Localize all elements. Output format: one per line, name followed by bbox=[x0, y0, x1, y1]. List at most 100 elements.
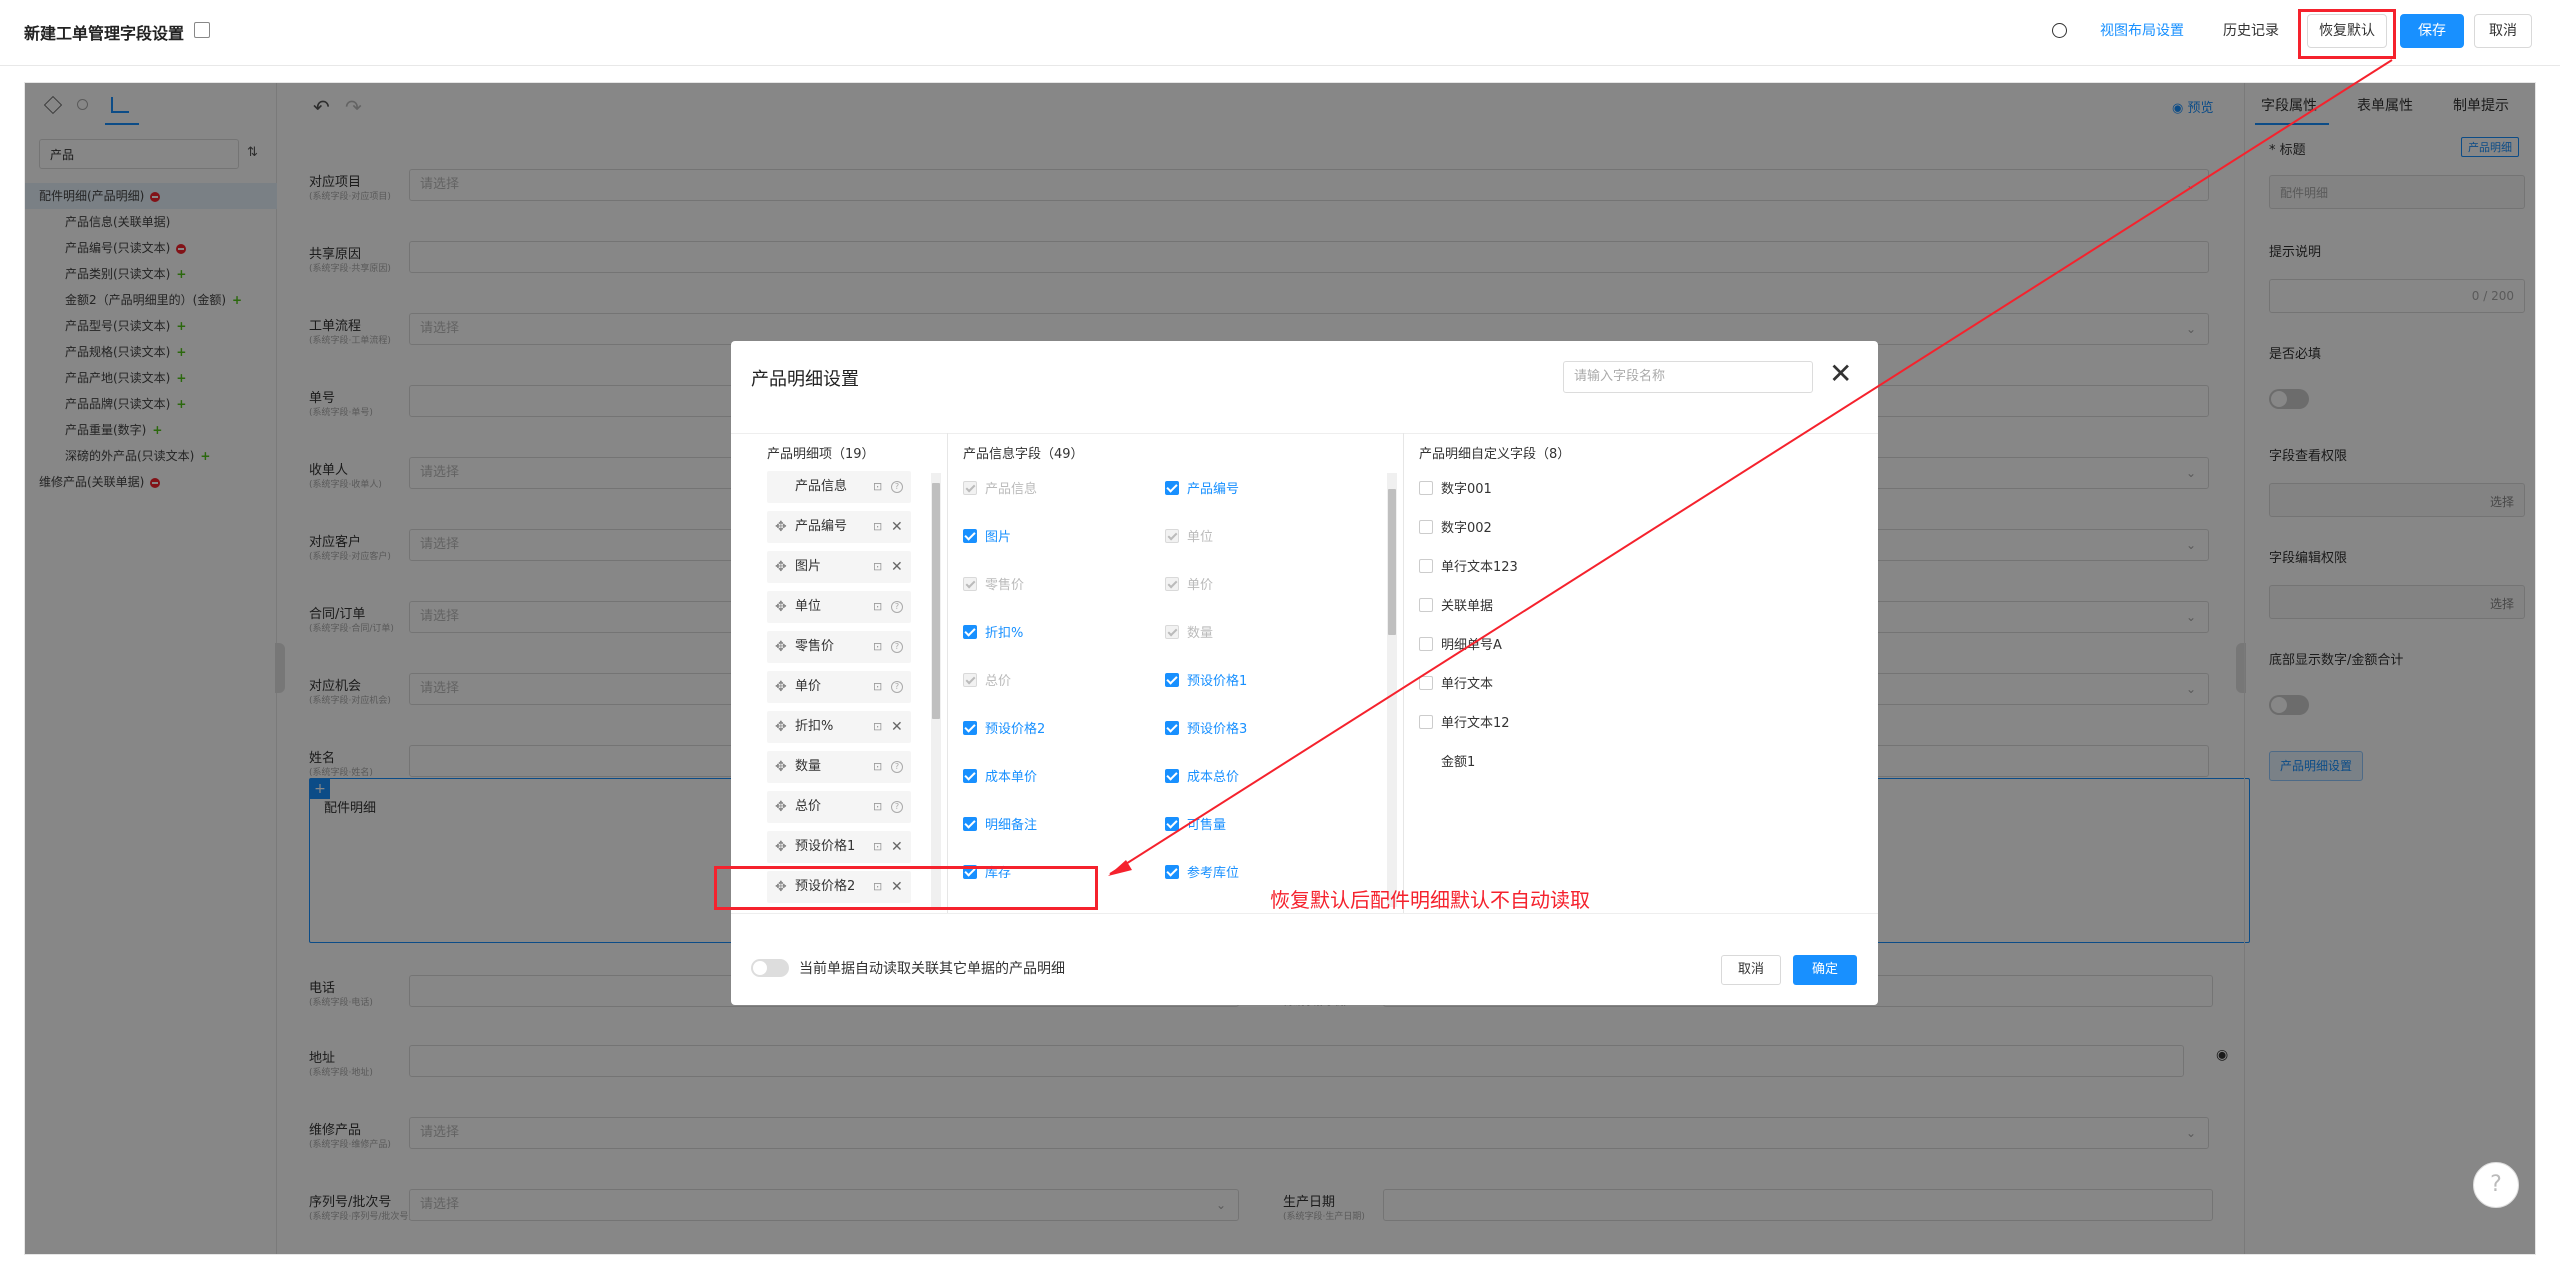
items-scroll-thumb[interactable] bbox=[932, 483, 940, 719]
detail-item[interactable]: ✥ 单位 ⊡? bbox=[767, 591, 911, 623]
save-button[interactable]: 保存 bbox=[2400, 14, 2464, 48]
remove-icon[interactable]: ✕ bbox=[891, 551, 903, 583]
checkbox-box bbox=[963, 529, 977, 543]
custom-field-checkbox[interactable]: 单行文本 bbox=[1419, 676, 1493, 693]
detail-item-label: 产品信息 bbox=[795, 479, 848, 494]
custom-field-checkbox[interactable]: 金额1 bbox=[1419, 754, 1475, 771]
drag-handle-icon[interactable]: ✥ bbox=[775, 671, 787, 703]
detail-item[interactable]: ✥ 总价 ⊡? bbox=[767, 791, 911, 823]
settings-icon[interactable] bbox=[2052, 23, 2067, 38]
info-scrollbar[interactable] bbox=[1387, 473, 1397, 907]
lock-icon[interactable]: ⊡ bbox=[873, 751, 882, 783]
view-layout-settings-link[interactable]: 视图布局设置 bbox=[2100, 14, 2184, 48]
lock-icon[interactable]: ⊡ bbox=[873, 471, 882, 503]
drag-handle-icon[interactable]: ✥ bbox=[775, 751, 787, 783]
custom-field-label: 金额1 bbox=[1441, 755, 1476, 770]
drag-handle-icon[interactable]: ✥ bbox=[775, 831, 787, 863]
lock-icon[interactable]: ⊡ bbox=[873, 791, 882, 823]
info-field-checkbox: 单位 bbox=[1165, 529, 1213, 546]
remove-icon[interactable]: ✕ bbox=[891, 831, 903, 863]
help-icon: ? bbox=[891, 641, 903, 653]
detail-item[interactable]: ✥ 折扣% ⊡ ✕ bbox=[767, 711, 911, 743]
detail-item[interactable]: ✥ 零售价 ⊡? bbox=[767, 631, 911, 663]
close-icon[interactable]: ✕ bbox=[1829, 357, 1852, 391]
field-search-input[interactable]: 请输入字段名称 bbox=[1563, 361, 1813, 393]
custom-field-checkbox[interactable]: 数字001 bbox=[1419, 481, 1492, 498]
top-bar: 新建工单管理字段设置 视图布局设置 历史记录 恢复默认 保存 取消 bbox=[0, 0, 2560, 66]
help-icon[interactable]: ? bbox=[2473, 1162, 2519, 1208]
help-icon: ? bbox=[891, 761, 903, 773]
info-field-checkbox[interactable]: 参考库位 bbox=[1165, 865, 1239, 882]
info-field-checkbox: 单价 bbox=[1165, 577, 1213, 594]
drag-handle-icon[interactable]: ✥ bbox=[775, 711, 787, 743]
info-field-label: 产品信息 bbox=[985, 482, 1038, 497]
detail-item-label: 数量 bbox=[795, 759, 822, 774]
custom-field-label: 数字001 bbox=[1441, 482, 1492, 497]
custom-field-checkbox[interactable]: 单行文本12 bbox=[1419, 715, 1510, 732]
custom-field-label: 单行文本 bbox=[1441, 677, 1494, 692]
info-field-label: 预设价格2 bbox=[985, 722, 1046, 737]
lock-icon[interactable]: ⊡ bbox=[873, 671, 882, 703]
info-field-label: 可售量 bbox=[1187, 818, 1227, 833]
auto-read-toggle[interactable] bbox=[751, 959, 789, 977]
lock-icon[interactable]: ⊡ bbox=[873, 511, 882, 543]
custom-field-checkbox[interactable]: 数字002 bbox=[1419, 520, 1492, 537]
info-field-label: 图片 bbox=[985, 530, 1012, 545]
info-field-checkbox[interactable]: 产品编号 bbox=[1165, 481, 1239, 498]
layout-icon[interactable] bbox=[194, 22, 210, 38]
items-scrollbar[interactable] bbox=[931, 473, 941, 907]
history-link[interactable]: 历史记录 bbox=[2223, 14, 2279, 48]
detail-item[interactable]: ✥ 预设价格1 ⊡ ✕ bbox=[767, 831, 911, 863]
checkbox-box bbox=[1419, 637, 1433, 651]
info-field-checkbox[interactable]: 折扣% bbox=[963, 625, 1023, 642]
info-field-checkbox[interactable]: 成本单价 bbox=[963, 769, 1037, 786]
custom-field-checkbox[interactable]: 关联单据 bbox=[1419, 598, 1493, 615]
info-field-checkbox[interactable]: 可售量 bbox=[1165, 817, 1226, 834]
lock-icon[interactable]: ⊡ bbox=[873, 831, 882, 863]
checkbox-box bbox=[963, 625, 977, 639]
dialog-title: 产品明细设置 bbox=[751, 369, 859, 390]
info-field-checkbox[interactable]: 图片 bbox=[963, 529, 1011, 546]
drag-handle-icon[interactable]: ✥ bbox=[775, 511, 787, 543]
lock-icon[interactable]: ⊡ bbox=[873, 591, 882, 623]
dialog-cancel-button[interactable]: 取消 bbox=[1721, 955, 1781, 985]
info-field-checkbox: 数量 bbox=[1165, 625, 1213, 642]
detail-item[interactable]: ✥ 图片 ⊡ ✕ bbox=[767, 551, 911, 583]
info-field-label: 折扣% bbox=[985, 626, 1024, 641]
drag-handle-icon[interactable]: ✥ bbox=[775, 591, 787, 623]
detail-item[interactable]: 产品信息 ⊡? bbox=[767, 471, 911, 503]
info-field-checkbox[interactable]: 明细备注 bbox=[963, 817, 1037, 834]
lock-icon[interactable]: ⊡ bbox=[873, 551, 882, 583]
detail-item-label: 产品编号 bbox=[795, 519, 848, 534]
detail-item[interactable]: ✥ 产品编号 ⊡ ✕ bbox=[767, 511, 911, 543]
dialog-confirm-button[interactable]: 确定 bbox=[1793, 955, 1857, 985]
checkbox-box bbox=[963, 769, 977, 783]
page-title: 新建工单管理字段设置 bbox=[24, 24, 185, 43]
drag-handle-icon[interactable]: ✥ bbox=[775, 791, 787, 823]
checkbox-box bbox=[1419, 598, 1433, 612]
custom-field-checkbox[interactable]: 单行文本123 bbox=[1419, 559, 1518, 576]
info-field-checkbox[interactable]: 预设价格2 bbox=[963, 721, 1045, 738]
info-field-label: 成本单价 bbox=[985, 770, 1038, 785]
info-field-checkbox[interactable]: 成本总价 bbox=[1165, 769, 1239, 786]
drag-handle-icon[interactable]: ✥ bbox=[775, 631, 787, 663]
info-field-checkbox[interactable]: 预设价格3 bbox=[1165, 721, 1247, 738]
detail-item[interactable]: ✥ 单价 ⊡? bbox=[767, 671, 911, 703]
checkbox-box bbox=[963, 673, 977, 687]
info-scroll-thumb[interactable] bbox=[1388, 489, 1396, 635]
detail-item-label: 折扣% bbox=[795, 719, 834, 734]
detail-item-label: 图片 bbox=[795, 559, 822, 574]
detail-item[interactable]: ✥ 数量 ⊡? bbox=[767, 751, 911, 783]
checkbox-box bbox=[1165, 625, 1179, 639]
remove-icon[interactable]: ✕ bbox=[891, 511, 903, 543]
help-icon: ? bbox=[891, 681, 903, 693]
custom-field-checkbox[interactable]: 明细单号A bbox=[1419, 637, 1502, 654]
checkbox-box bbox=[1165, 577, 1179, 591]
info-field-checkbox[interactable]: 预设价格1 bbox=[1165, 673, 1247, 690]
remove-icon[interactable]: ✕ bbox=[891, 711, 903, 743]
lock-icon[interactable]: ⊡ bbox=[873, 631, 882, 663]
custom-field-label: 明细单号A bbox=[1441, 638, 1502, 653]
drag-handle-icon[interactable]: ✥ bbox=[775, 551, 787, 583]
lock-icon[interactable]: ⊡ bbox=[873, 711, 882, 743]
cancel-button[interactable]: 取消 bbox=[2474, 14, 2532, 48]
